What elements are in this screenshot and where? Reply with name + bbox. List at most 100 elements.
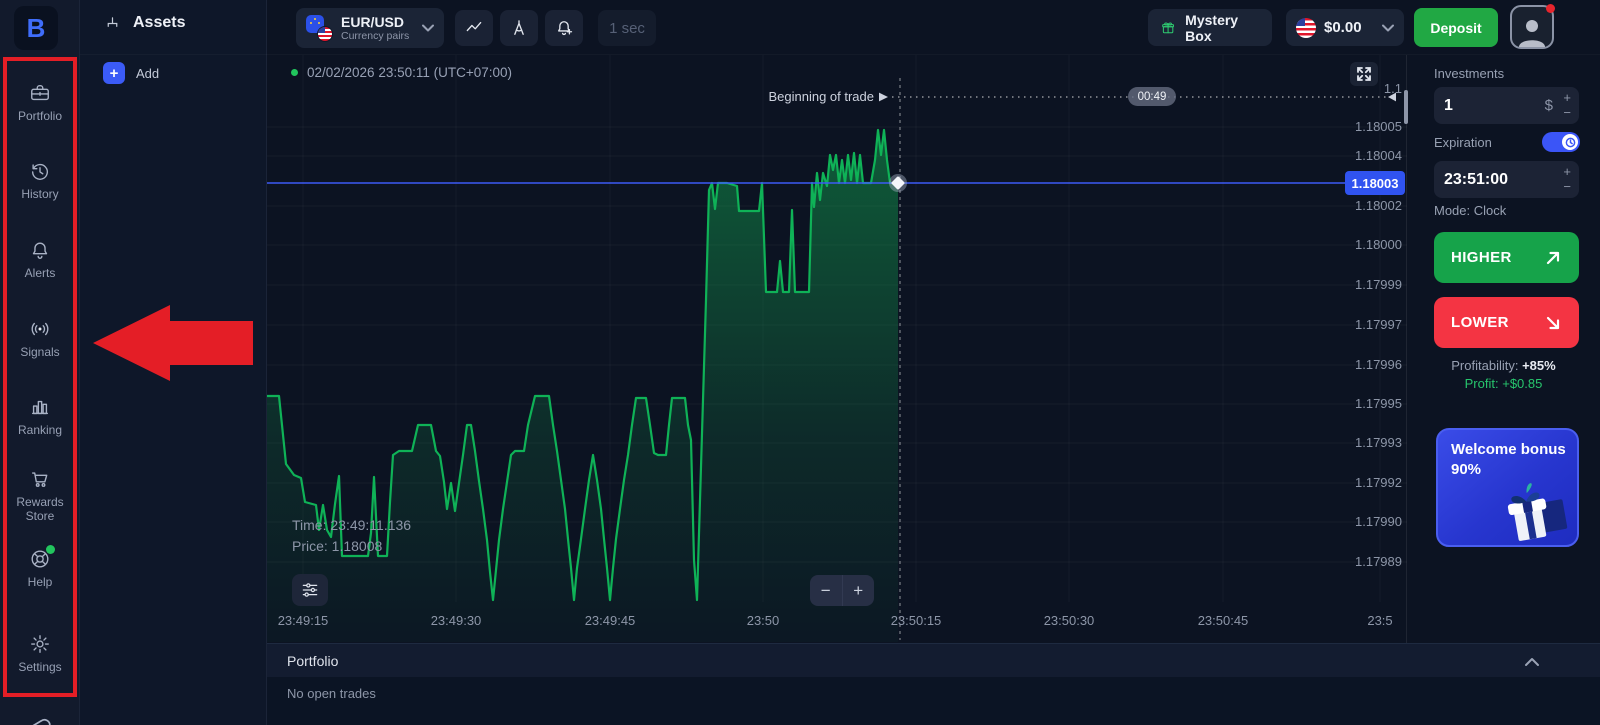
pair-name: EUR/USD xyxy=(341,14,409,30)
zoom-out-button[interactable]: − xyxy=(810,575,843,606)
logo-letter: B xyxy=(27,13,46,44)
x-axis-label: 23:49:15 xyxy=(263,613,343,628)
pair-type: Currency pairs xyxy=(341,30,409,42)
zoom-in-button[interactable]: + xyxy=(843,575,875,606)
server-time: 02/02/2026 23:50:11 (UTC+07:00) xyxy=(291,65,512,80)
drawing-tools-button[interactable] xyxy=(500,10,538,46)
connection-status-dot xyxy=(291,69,298,76)
sidebar-item-label: Signals xyxy=(20,345,59,359)
profitability-value: +85% xyxy=(1522,358,1556,373)
y-axis-label: 1.17993 xyxy=(1330,435,1402,450)
avatar[interactable] xyxy=(1510,5,1554,49)
y-axis-label: 1.17989 xyxy=(1330,554,1402,569)
crosshair-price: Price: 1.18008 xyxy=(292,538,382,554)
investment-increase-button[interactable]: + xyxy=(1563,90,1571,105)
deposit-button[interactable]: Deposit xyxy=(1414,8,1498,47)
sidebar-item-label: Settings xyxy=(18,660,61,674)
fullscreen-button[interactable] xyxy=(1350,62,1378,86)
portfolio-bar[interactable]: Portfolio xyxy=(267,643,1600,677)
sidebar-item-label: Alerts xyxy=(25,266,56,280)
bell-plus-icon xyxy=(554,18,574,38)
beginning-of-trade-label: Beginning of trade xyxy=(710,89,874,104)
balance-amount: $0.00 xyxy=(1324,19,1362,36)
add-asset-label: Add xyxy=(136,66,159,81)
profitability-row: Profitability: +85% xyxy=(1407,358,1600,373)
open-trades-list: No open trades xyxy=(267,677,1600,725)
mystery-box-button[interactable]: Mystery Box xyxy=(1148,9,1272,46)
y-axis-label: 1.17992 xyxy=(1330,475,1402,490)
currency-pair-selector[interactable]: EUR/USD Currency pairs xyxy=(296,8,444,48)
investment-decrease-button[interactable]: − xyxy=(1563,105,1571,120)
sidebar-item-ranking[interactable]: Ranking xyxy=(0,396,80,437)
welcome-bonus-banner[interactable]: Welcome bonus 90% xyxy=(1436,428,1579,547)
x-axis-label: 23:50:45 xyxy=(1183,613,1263,628)
sidebar-item-rewards-store[interactable]: Rewards Store xyxy=(0,468,80,524)
chart-area[interactable]: 02/02/2026 23:50:11 (UTC+07:00) Beginnin… xyxy=(267,55,1407,643)
sliders-icon xyxy=(300,580,320,600)
expiration-label: Expiration xyxy=(1434,135,1492,150)
add-asset-button[interactable]: + Add xyxy=(103,62,159,84)
plus-icon[interactable]: + xyxy=(103,62,125,84)
y-axis-label: 1.17999 xyxy=(1330,277,1402,292)
y-axis-label: 1.17997 xyxy=(1330,317,1402,332)
bonus-title: Welcome bonus xyxy=(1451,440,1566,460)
expiration-input[interactable]: 23:51:00 + − xyxy=(1434,161,1579,198)
chevron-down-icon xyxy=(422,24,434,32)
sidebar-item-label: History xyxy=(21,187,58,201)
higher-button[interactable]: HIGHER xyxy=(1434,232,1579,283)
expiration-increase-button[interactable]: + xyxy=(1563,164,1571,179)
sidebar-item-signals[interactable]: Signals xyxy=(0,318,80,359)
compass-icon xyxy=(509,18,529,38)
investment-value: 1 xyxy=(1444,97,1453,115)
investment-input[interactable]: 1 $ + − xyxy=(1434,87,1579,124)
collapse-button[interactable] xyxy=(1524,655,1540,667)
expiration-toggle[interactable] xyxy=(1542,132,1580,152)
chevron-down-icon xyxy=(1382,24,1394,32)
sidebar-item-label: Rewards Store xyxy=(4,495,76,524)
lower-button[interactable]: LOWER xyxy=(1434,297,1579,348)
x-axis-label: 23:50:15 xyxy=(876,613,956,628)
assets-panel: Assets + Add xyxy=(80,0,267,725)
timeframe-selector[interactable]: 1 sec xyxy=(598,10,656,46)
history-clock-icon xyxy=(29,160,51,182)
ranking-bars-icon xyxy=(29,396,51,418)
briefcase-icon xyxy=(29,82,51,104)
sidebar-item-help[interactable]: Help xyxy=(0,548,80,589)
higher-label: HIGHER xyxy=(1451,249,1512,266)
sidebar-item-history[interactable]: History xyxy=(0,160,80,201)
y-axis-label: 1.17996 xyxy=(1330,357,1402,372)
y-axis-label: 1.18005 xyxy=(1330,119,1402,134)
chart-settings-button[interactable] xyxy=(292,574,328,606)
partial-bottom-icon xyxy=(26,712,52,725)
balance-selector[interactable]: $0.00 xyxy=(1286,9,1404,46)
top-bar: EUR/USD Currency pairs 1 sec Mystery Box… xyxy=(0,0,1600,55)
no-open-trades-text: No open trades xyxy=(287,686,376,701)
usd-flag-icon xyxy=(1296,18,1316,38)
cart-icon xyxy=(29,468,51,490)
gear-icon xyxy=(29,633,51,655)
chart-type-button[interactable] xyxy=(455,10,493,46)
current-price-badge: 1.18003 xyxy=(1345,171,1405,195)
sidebar-item-portfolio[interactable]: Portfolio xyxy=(0,82,80,123)
sidebar: B Portfolio History Alerts Signals Ranking Re… xyxy=(0,0,80,725)
portfolio-title: Portfolio xyxy=(287,653,338,669)
profit-value: +$0.85 xyxy=(1502,376,1542,391)
mode-label: Mode: Clock xyxy=(1434,203,1506,218)
sidebar-item-alerts[interactable]: Alerts xyxy=(0,239,80,280)
expiration-decrease-button[interactable]: − xyxy=(1563,179,1571,194)
app-logo-icon[interactable]: B xyxy=(14,6,58,50)
trade-panel: Investments 1 $ + − Expiration 23:51:00 … xyxy=(1407,55,1600,643)
line-chart-icon xyxy=(464,18,484,38)
signal-waves-icon xyxy=(29,318,51,340)
arrow-up-right-icon xyxy=(1544,249,1562,267)
bell-icon xyxy=(29,239,51,261)
y-axis-label: 1.18000 xyxy=(1330,237,1402,252)
lower-label: LOWER xyxy=(1451,314,1509,331)
price-alert-button[interactable] xyxy=(545,10,583,46)
profitability-label: Profitability: xyxy=(1451,358,1518,373)
countdown-badge: 00:49 xyxy=(1128,87,1176,106)
sidebar-item-settings[interactable]: Settings xyxy=(0,633,80,674)
sidebar-item-label: Portfolio xyxy=(18,109,62,123)
sidebar-item-label: Ranking xyxy=(18,423,62,437)
sidebar-item-label: Help xyxy=(28,575,53,589)
